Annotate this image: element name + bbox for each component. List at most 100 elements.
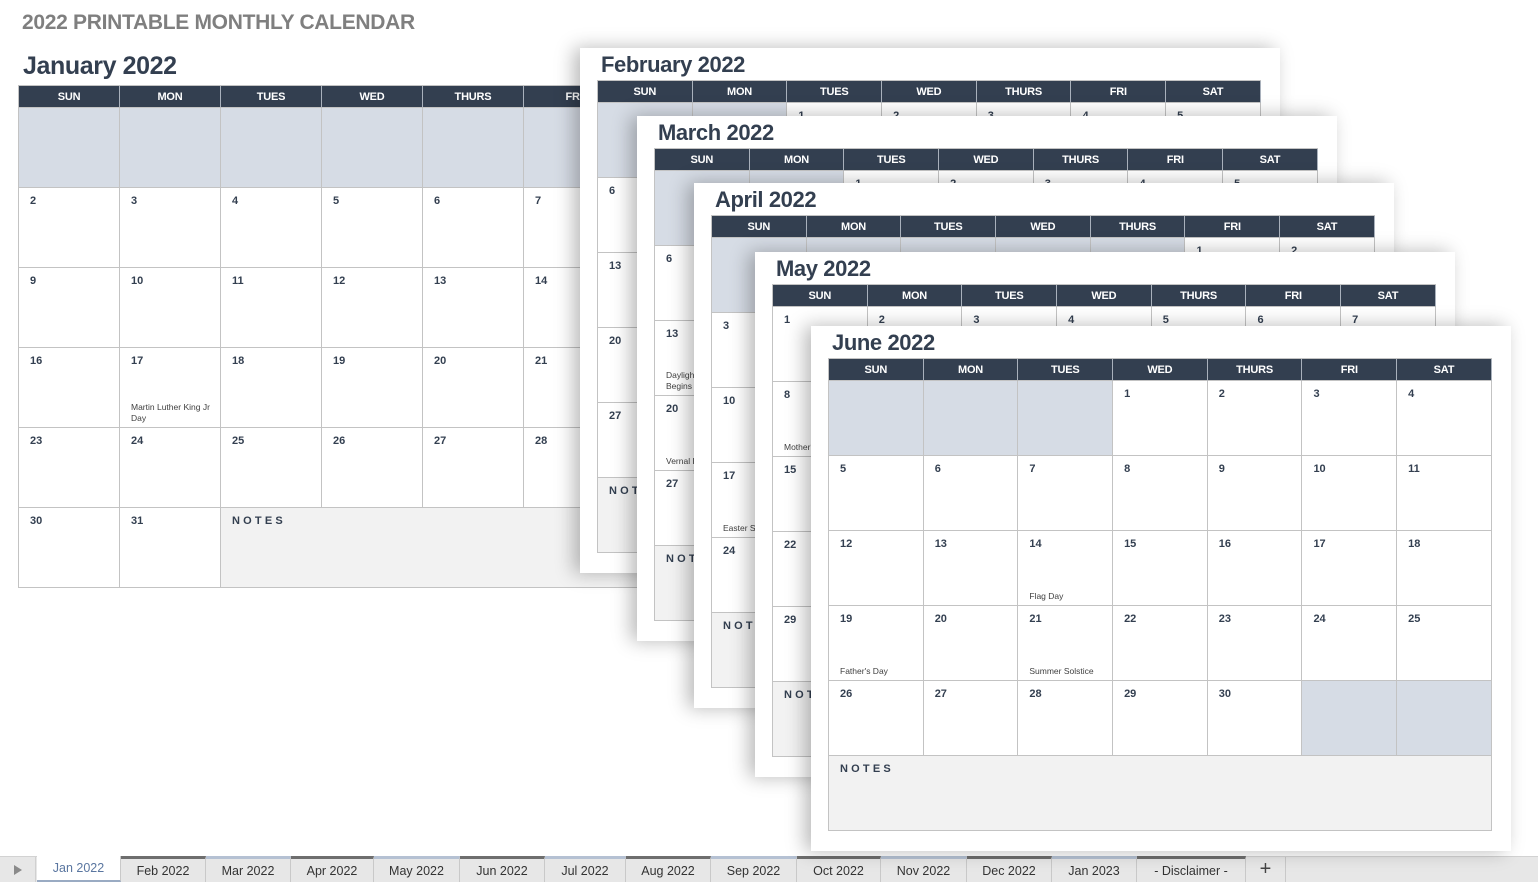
day-cell: 18 (1397, 531, 1492, 606)
day-cell[interactable]: 27 (423, 428, 524, 508)
day-number: 1 (1124, 388, 1131, 400)
day-cell[interactable]: 2 (19, 188, 120, 268)
day-cell[interactable]: 9 (19, 268, 120, 348)
day-number: 29 (784, 614, 797, 626)
sheet-tab-dec-2022[interactable]: Dec 2022 (967, 856, 1052, 882)
day-cell: 21 Summer Solstice (1018, 606, 1114, 681)
day-cell[interactable]: 11 (221, 268, 322, 348)
day-cell[interactable]: 5 (322, 188, 423, 268)
day-number: 30 (1218, 688, 1231, 700)
weekday-header-fri: FRI (1071, 81, 1167, 103)
day-number: 17 (723, 470, 736, 482)
day-cell[interactable]: 6 (423, 188, 524, 268)
sheet-tab-jun-2022[interactable]: Jun 2022 (460, 856, 545, 882)
day-cell: 13 (923, 531, 1019, 606)
day-number: 18 (232, 355, 245, 367)
day-number: 6 (434, 195, 441, 207)
empty-day-cell (1397, 681, 1492, 756)
day-number: 27 (666, 478, 679, 490)
day-number: 17 (131, 355, 144, 367)
weekday-header-fri: FRI (1302, 359, 1398, 381)
day-number: 25 (1408, 613, 1421, 625)
tab-scroll-button[interactable] (0, 857, 36, 882)
day-cell[interactable]: 16 (19, 348, 120, 428)
day-cell[interactable]: 3 (120, 188, 221, 268)
day-cell[interactable]: 13 (423, 268, 524, 348)
day-number: 24 (131, 435, 144, 447)
weekday-header-tues: TUES (221, 86, 322, 108)
sheet-tab-apr-2022[interactable]: Apr 2022 (291, 856, 374, 882)
day-number: 8 (1124, 463, 1131, 475)
day-cell[interactable]: 19 (322, 348, 423, 428)
day-cell[interactable]: 12 (322, 268, 423, 348)
day-cell[interactable]: 17 Martin Luther King Jr Day (120, 348, 221, 428)
sheet-tab-nov-2022[interactable]: Nov 2022 (881, 856, 967, 882)
holiday-label: Father's Day (840, 666, 888, 676)
day-number: 2 (1218, 388, 1225, 400)
weekday-header-mon: MON (120, 86, 221, 108)
weekday-header-wed: WED (939, 149, 1034, 171)
day-cell: 20 (923, 606, 1019, 681)
day-cell: 4 (1397, 381, 1492, 456)
day-cell[interactable]: 30 (19, 508, 120, 588)
month-card-june[interactable]: June 2022 SUN MON TUES WED THURS FRI SAT 1 2 3 4 5 6 7… (811, 326, 1511, 851)
weekday-header-sun: SUN (829, 359, 924, 381)
day-cell: 10 (1302, 456, 1398, 531)
sheet-tab-mar-2022[interactable]: Mar 2022 (206, 856, 291, 882)
day-number: 9 (1218, 463, 1225, 475)
day-cell: 6 (923, 456, 1019, 531)
empty-day-cell[interactable] (221, 108, 322, 188)
weekday-header-sun: SUN (19, 86, 120, 108)
empty-day-cell[interactable] (322, 108, 423, 188)
weekday-header-wed: WED (996, 216, 1091, 238)
sheet-tab-disclaimer[interactable]: - Disclaimer - (1137, 856, 1246, 882)
weekday-header-sun: SUN (773, 285, 868, 307)
day-cell: 26 (829, 681, 924, 756)
day-cell[interactable]: 26 (322, 428, 423, 508)
sheet-tab-oct-2022[interactable]: Oct 2022 (797, 856, 881, 882)
weekday-header-thurs: THURS (1151, 285, 1247, 307)
sheet-tab-aug-2022[interactable]: Aug 2022 (626, 856, 711, 882)
calendar-grid: SUNMONTUESWEDTHURSFRISAT1234567891011121… (828, 358, 1492, 831)
day-number: 23 (30, 435, 43, 447)
day-cell[interactable]: 10 (120, 268, 221, 348)
day-number: 6 (934, 463, 941, 475)
day-cell: 16 (1207, 531, 1303, 606)
sheet-tab-feb-2022[interactable]: Feb 2022 (121, 856, 206, 882)
sheet-tab-jan-2022[interactable]: Jan 2022 (37, 856, 121, 882)
empty-day-cell[interactable] (19, 108, 120, 188)
day-number: 17 (1313, 538, 1326, 550)
sheet-tab-may-2022[interactable]: May 2022 (374, 856, 460, 882)
empty-day-cell (829, 381, 924, 456)
day-cell[interactable]: 20 (423, 348, 524, 428)
month-title: March 2022 (658, 120, 774, 145)
add-sheet-button[interactable]: + (1246, 857, 1286, 882)
day-number: 3 (973, 314, 980, 326)
day-number: 20 (609, 335, 622, 347)
weekday-header-wed: WED (322, 86, 423, 108)
day-cell[interactable]: 31 (120, 508, 221, 588)
sheet-tab-jul-2022[interactable]: Jul 2022 (545, 856, 626, 882)
empty-day-cell[interactable] (120, 108, 221, 188)
weekday-header-mon: MON (923, 359, 1019, 381)
sheet-tab-sep-2022[interactable]: Sep 2022 (711, 856, 797, 882)
day-number: 28 (535, 435, 548, 447)
day-cell[interactable]: 24 (120, 428, 221, 508)
day-cell[interactable]: 25 (221, 428, 322, 508)
day-cell: 11 (1397, 456, 1492, 531)
day-number: 15 (784, 464, 797, 476)
day-number: 24 (1313, 613, 1326, 625)
empty-day-cell[interactable] (423, 108, 524, 188)
day-number: 28 (1029, 688, 1042, 700)
day-cell[interactable]: 18 (221, 348, 322, 428)
month-title: April 2022 (715, 187, 817, 212)
sheet-tab-jan-2023[interactable]: Jan 2023 (1052, 856, 1137, 882)
day-cell[interactable]: 4 (221, 188, 322, 268)
day-number: 18 (1408, 538, 1421, 550)
day-cell: 30 (1207, 681, 1303, 756)
day-number: 8 (784, 389, 791, 401)
weekday-header-fri: FRI (1128, 149, 1224, 171)
sheet-title: 2022 PRINTABLE MONTHLY CALENDAR (22, 11, 415, 34)
weekday-header-tues: TUES (901, 216, 997, 238)
day-cell[interactable]: 23 (19, 428, 120, 508)
